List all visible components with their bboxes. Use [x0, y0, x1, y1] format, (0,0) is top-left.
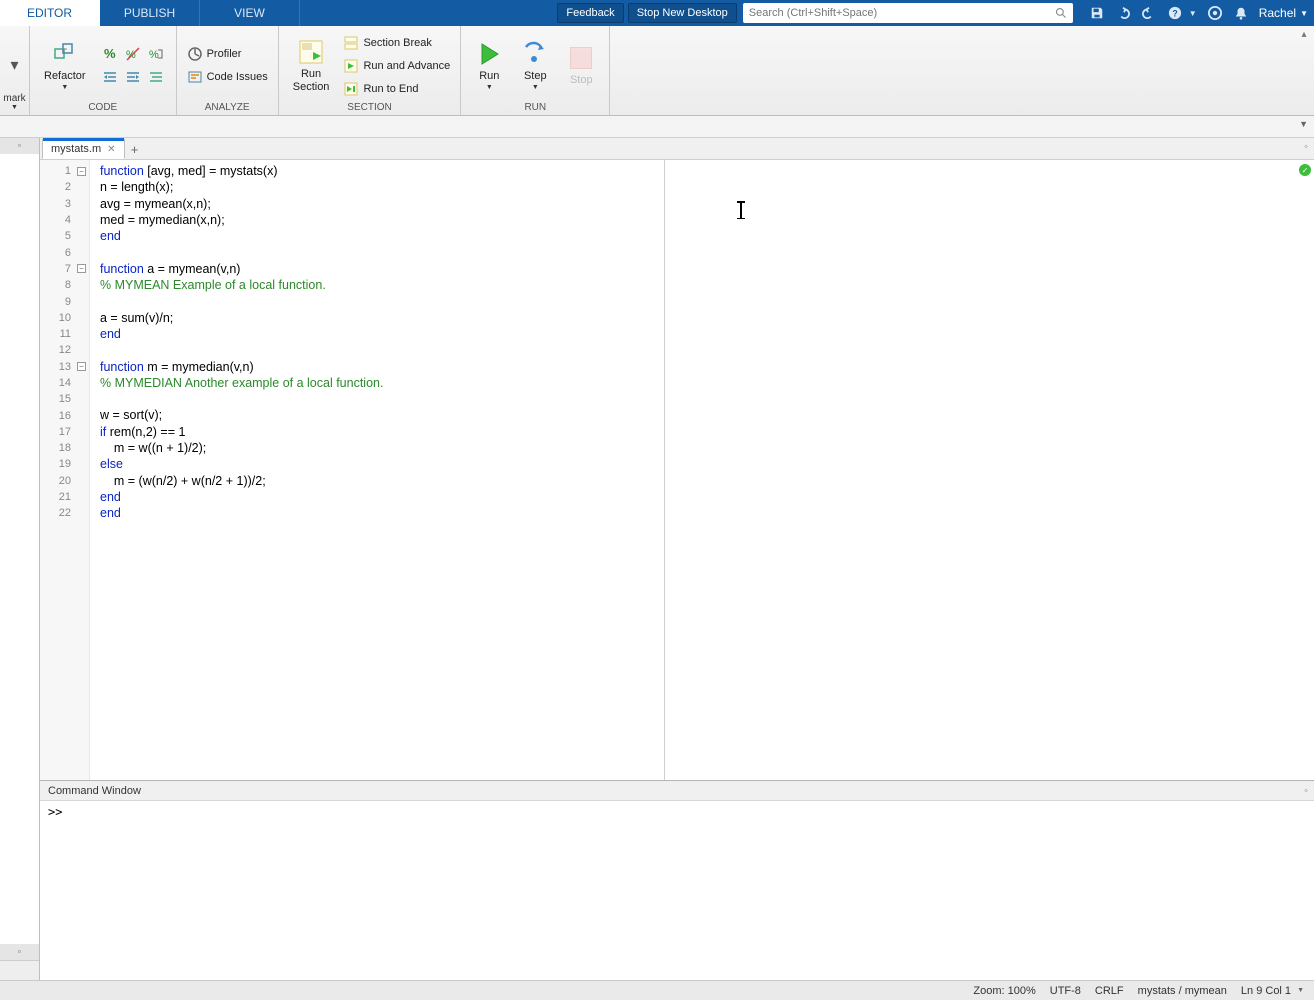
titlebar-icons: ? ▼	[1079, 0, 1259, 26]
run-to-end-button[interactable]: Run to End	[343, 79, 450, 99]
eol-status[interactable]: CRLF	[1095, 985, 1124, 997]
code-issues-button[interactable]: Code Issues	[187, 67, 268, 87]
cursor-status: Ln 9 Col 1	[1241, 985, 1291, 997]
run-and-advance-icon	[343, 58, 359, 74]
tabs-menu-icon[interactable]: ◦	[1304, 141, 1308, 153]
left-rail: ◦ ◦	[0, 138, 40, 980]
section-group: Run Section Section Break Run and Advanc…	[279, 26, 462, 115]
search-icon[interactable]	[1055, 7, 1067, 19]
code-body[interactable]: function [avg, med] = mystats(x)n = leng…	[90, 160, 664, 780]
titlebar: EDITOR PUBLISH VIEW Feedback Stop New De…	[0, 0, 1314, 26]
search-input[interactable]	[749, 7, 1055, 19]
status-menu-icon[interactable]: ▼	[1297, 987, 1304, 994]
svg-text:%: %	[104, 46, 116, 61]
file-tab-label: mystats.m	[51, 143, 101, 155]
refactor-icon	[51, 40, 79, 68]
refactor-button[interactable]: Refactor ▼	[36, 30, 94, 102]
file-tabs: mystats.m ✕ + ◦	[40, 138, 1314, 160]
minimize-toolstrip-icon[interactable]: ▴	[1294, 26, 1314, 42]
outdent-icon[interactable]	[123, 67, 143, 87]
run-section-icon	[297, 38, 325, 66]
user-menu[interactable]: Rachel ▼	[1259, 0, 1314, 26]
addons-icon[interactable]	[1207, 5, 1223, 21]
smart-indent-icon[interactable]	[146, 67, 166, 87]
step-button[interactable]: Step ▼	[513, 30, 557, 102]
uncomment-icon[interactable]: %	[123, 44, 143, 64]
toolstrip: ▾ mark ▼ Refactor ▼ % % % CODE	[0, 26, 1314, 116]
run-button[interactable]: Run ▼	[467, 30, 511, 102]
left-rail-expand-top-icon[interactable]: ◦	[0, 138, 39, 154]
step-icon	[521, 40, 549, 68]
command-window-body[interactable]: >>	[40, 801, 1314, 980]
run-group-label: RUN	[467, 102, 603, 115]
stop-button: Stop	[559, 30, 603, 102]
editor-pane[interactable]: 1−234567−8910111213−141516171819202122 f…	[40, 160, 665, 780]
svg-text:%: %	[149, 49, 159, 61]
code-status-rail: ✓	[1296, 160, 1314, 780]
fold-icon[interactable]: −	[77, 264, 86, 273]
bookmark-stub[interactable]: ▾ mark ▼	[0, 26, 30, 115]
notifications-icon[interactable]	[1233, 5, 1249, 21]
profiler-icon	[187, 46, 203, 62]
zoom-status[interactable]: Zoom: 100%	[973, 985, 1035, 997]
run-and-advance-button[interactable]: Run and Advance	[343, 56, 450, 76]
profiler-button[interactable]: Profiler	[187, 44, 268, 64]
code-group: Refactor ▼ % % % CODE	[30, 26, 177, 115]
editor-right-pane[interactable]	[665, 160, 1296, 780]
close-file-icon[interactable]: ✕	[107, 144, 115, 155]
fold-icon[interactable]: −	[77, 167, 86, 176]
new-file-tab-button[interactable]: +	[125, 139, 145, 159]
path-bar[interactable]: ▼	[0, 116, 1314, 138]
analyze-group: Profiler Code Issues ANALYZE	[177, 26, 279, 115]
section-break-button[interactable]: Section Break	[343, 33, 450, 53]
run-group: Run ▼ Step ▼ Stop RUN	[461, 26, 610, 115]
save-icon[interactable]	[1089, 5, 1105, 21]
indent-icon[interactable]	[100, 67, 120, 87]
text-cursor-icon	[740, 202, 742, 218]
comment-icon[interactable]: %	[100, 44, 120, 64]
svg-text:?: ?	[1172, 9, 1177, 19]
stop-icon	[567, 44, 595, 72]
analyze-group-label: ANALYZE	[183, 102, 272, 115]
code-tool-grid: % % %	[96, 44, 170, 87]
code-group-label: CODE	[36, 102, 170, 115]
code-ok-icon: ✓	[1299, 164, 1311, 176]
command-window-menu-icon[interactable]: ◦	[1304, 785, 1308, 797]
tab-view[interactable]: VIEW	[200, 0, 300, 26]
run-to-end-icon	[343, 81, 359, 97]
line-gutter[interactable]: 1−234567−8910111213−141516171819202122	[40, 160, 90, 780]
tab-editor[interactable]: EDITOR	[0, 0, 100, 26]
section-group-label: SECTION	[285, 102, 455, 115]
stop-new-desktop-button[interactable]: Stop New Desktop	[628, 3, 737, 23]
tab-publish[interactable]: PUBLISH	[100, 0, 200, 26]
undo-icon[interactable]	[1115, 5, 1131, 21]
statusbar: Zoom: 100% UTF-8 CRLF mystats / mymean L…	[0, 980, 1314, 1000]
left-rail-expand-mid-icon[interactable]: ◦	[0, 944, 39, 960]
search-box[interactable]	[743, 3, 1073, 23]
redo-icon[interactable]	[1141, 5, 1157, 21]
help-dropdown-icon[interactable]: ▼	[1189, 9, 1197, 18]
feedback-button[interactable]: Feedback	[557, 3, 623, 23]
encoding-status[interactable]: UTF-8	[1050, 985, 1081, 997]
code-issues-icon	[187, 69, 203, 85]
run-section-button[interactable]: Run Section	[285, 30, 338, 102]
main-tabstrip: EDITOR PUBLISH VIEW	[0, 0, 300, 26]
scope-status[interactable]: mystats / mymean	[1138, 985, 1227, 997]
command-window-title: Command Window ◦	[40, 781, 1314, 801]
fold-icon[interactable]: −	[77, 362, 86, 371]
help-icon[interactable]: ?	[1167, 5, 1183, 21]
path-dropdown-icon[interactable]: ▼	[1299, 119, 1308, 129]
wrap-comment-icon[interactable]: %	[146, 44, 166, 64]
command-window: Command Window ◦ >>	[40, 780, 1314, 980]
section-break-icon	[343, 35, 359, 51]
command-prompt: >>	[48, 805, 62, 819]
run-icon	[475, 40, 503, 68]
file-tab-active[interactable]: mystats.m ✕	[42, 139, 125, 159]
